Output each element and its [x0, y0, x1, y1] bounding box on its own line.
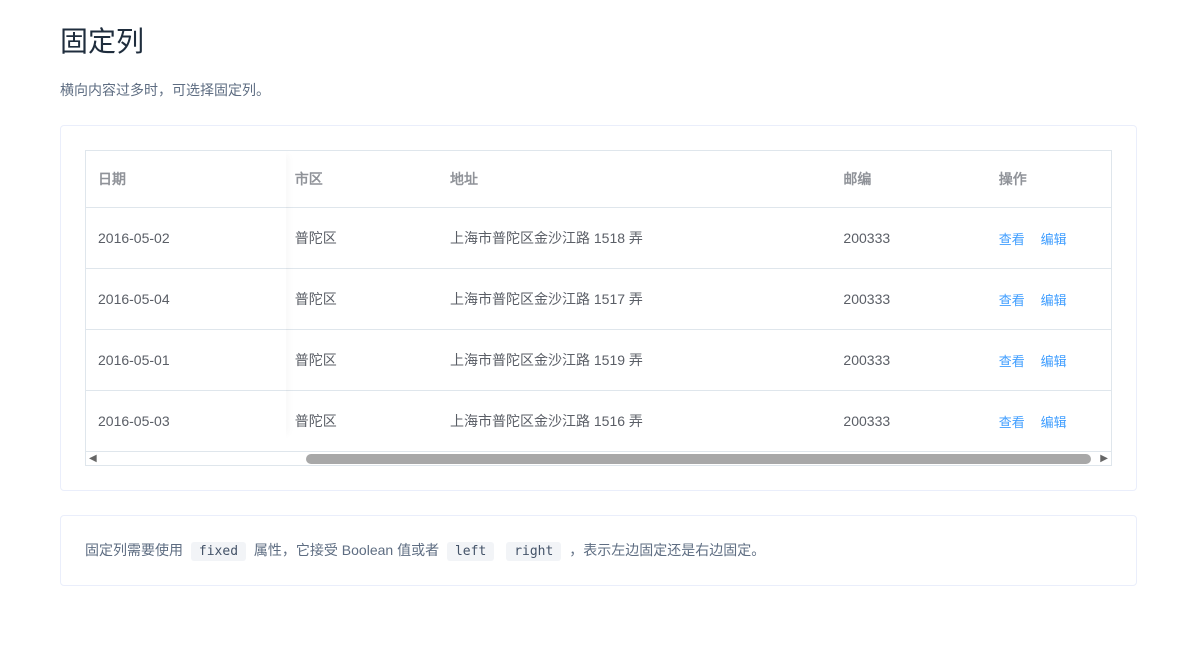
cell-date: 2016-05-03: [86, 391, 283, 452]
table-header-row: 日期 市区 地址 邮编 操作: [86, 151, 1111, 208]
cell-address: 上海市普陀区金沙江路 1518 弄: [438, 208, 831, 269]
cell-district: 普陀区: [283, 269, 438, 330]
cell-action: 查看 编辑: [987, 391, 1111, 452]
code-fixed: fixed: [191, 542, 246, 561]
cell-zip: 200333: [831, 330, 986, 391]
section-description: 横向内容过多时，可选择固定列。: [60, 80, 1137, 100]
scroll-left-arrow-icon[interactable]: ◀: [86, 453, 100, 464]
cell-zip: 200333: [831, 208, 986, 269]
view-button[interactable]: 查看: [999, 354, 1025, 369]
cell-district: 普陀区: [283, 208, 438, 269]
note-text: 属性，它接受 Boolean 值或者: [254, 542, 439, 558]
scroll-right-arrow-icon[interactable]: ▶: [1097, 453, 1111, 464]
usage-note: 固定列需要使用 fixed 属性，它接受 Boolean 值或者 left ri…: [60, 515, 1137, 586]
edit-button[interactable]: 编辑: [1041, 232, 1067, 247]
cell-date: 2016-05-04: [86, 269, 283, 330]
cell-action: 查看 编辑: [987, 208, 1111, 269]
edit-button[interactable]: 编辑: [1041, 415, 1067, 430]
cell-action: 查看 编辑: [987, 269, 1111, 330]
note-text: 固定列需要使用: [85, 542, 183, 558]
table-row: 2016-05-01 普陀区 上海市普陀区金沙江路 1519 弄 200333 …: [86, 330, 1111, 391]
table-row: 2016-05-02 普陀区 上海市普陀区金沙江路 1518 弄 200333 …: [86, 208, 1111, 269]
cell-date: 2016-05-02: [86, 208, 283, 269]
table-row: 2016-05-03 普陀区 上海市普陀区金沙江路 1516 弄 200333 …: [86, 391, 1111, 452]
cell-zip: 200333: [831, 269, 986, 330]
cell-address: 上海市普陀区金沙江路 1519 弄: [438, 330, 831, 391]
header-district: 市区: [283, 151, 438, 208]
table-body: 2016-05-02 普陀区 上海市普陀区金沙江路 1518 弄 200333 …: [86, 208, 1111, 452]
table-row: 2016-05-04 普陀区 上海市普陀区金沙江路 1517 弄 200333 …: [86, 269, 1111, 330]
demo-container: 日期 市区 地址 邮编 操作 2016-05-02 普陀区 上海市普陀区金沙江路…: [60, 125, 1137, 491]
code-left: left: [447, 542, 494, 561]
cell-district: 普陀区: [283, 391, 438, 452]
cell-date: 2016-05-01: [86, 330, 283, 391]
edit-button[interactable]: 编辑: [1041, 293, 1067, 308]
view-button[interactable]: 查看: [999, 232, 1025, 247]
horizontal-scrollbar[interactable]: ◀ ▶: [85, 452, 1112, 466]
scrollbar-thumb[interactable]: [306, 454, 1091, 464]
fixed-column-table: 日期 市区 地址 邮编 操作 2016-05-02 普陀区 上海市普陀区金沙江路…: [86, 151, 1111, 452]
edit-button[interactable]: 编辑: [1041, 354, 1067, 369]
view-button[interactable]: 查看: [999, 415, 1025, 430]
code-right: right: [506, 542, 561, 561]
header-action: 操作: [987, 151, 1111, 208]
cell-zip: 200333: [831, 391, 986, 452]
header-address: 地址: [438, 151, 831, 208]
view-button[interactable]: 查看: [999, 293, 1025, 308]
cell-address: 上海市普陀区金沙江路 1516 弄: [438, 391, 831, 452]
section-heading: 固定列: [60, 20, 1137, 60]
cell-address: 上海市普陀区金沙江路 1517 弄: [438, 269, 831, 330]
header-zip: 邮编: [831, 151, 986, 208]
cell-action: 查看 编辑: [987, 330, 1111, 391]
table-scroll-wrapper: 日期 市区 地址 邮编 操作 2016-05-02 普陀区 上海市普陀区金沙江路…: [85, 150, 1112, 452]
note-text: ，表示左边固定还是右边固定。: [569, 542, 765, 558]
cell-district: 普陀区: [283, 330, 438, 391]
header-date: 日期: [86, 151, 283, 208]
